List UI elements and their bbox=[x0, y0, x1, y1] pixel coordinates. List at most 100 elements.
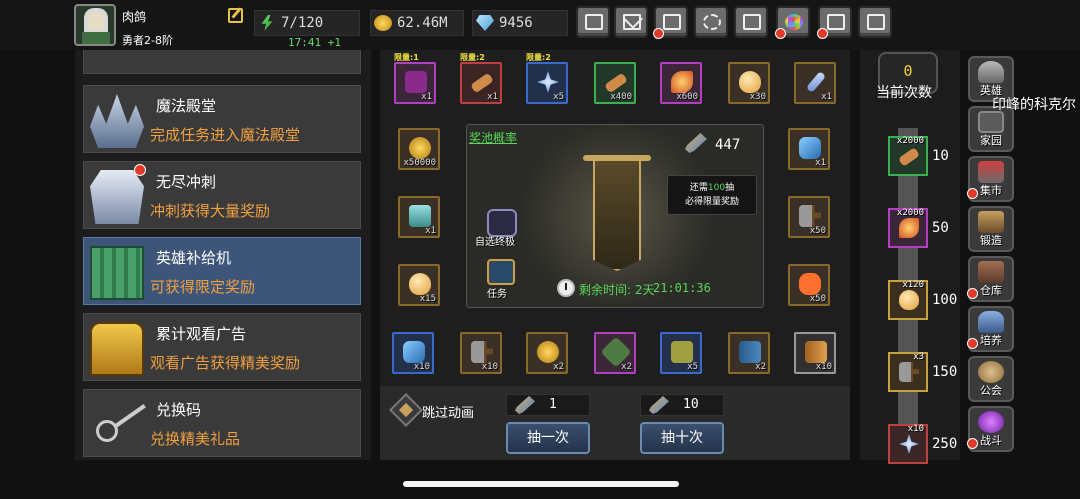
mail-icon bbox=[623, 14, 641, 30]
gear-icon bbox=[703, 14, 721, 30]
events-button[interactable] bbox=[653, 6, 688, 39]
pool-odds-link[interactable]: 奖池概率 bbox=[469, 129, 517, 146]
gem-counter[interactable]: 9456 bbox=[472, 10, 568, 36]
draw-once-button[interactable]: 抽一次 bbox=[506, 422, 590, 454]
reward-slot[interactable]: 限量:1 x1 bbox=[394, 53, 436, 104]
avatar[interactable] bbox=[74, 4, 116, 46]
reward-slot[interactable]: x50000 bbox=[398, 128, 440, 170]
reward-qty: x2 bbox=[755, 362, 766, 372]
flame-icon bbox=[799, 273, 821, 295]
nav-warehouse[interactable]: 仓库 bbox=[967, 256, 1014, 302]
energy-value: 7/120 bbox=[281, 15, 324, 31]
market-icon bbox=[978, 161, 1004, 183]
reward-qty: x50000 bbox=[403, 158, 436, 168]
nav-label: 集市 bbox=[980, 184, 1002, 197]
reward-qty: x2 bbox=[621, 362, 632, 372]
skip-animation-checkbox[interactable] bbox=[389, 393, 423, 427]
alert-dot bbox=[817, 28, 828, 39]
gift-button[interactable] bbox=[734, 6, 768, 38]
reward-slot[interactable]: x2 bbox=[526, 332, 568, 374]
menu-card-partial[interactable] bbox=[83, 50, 361, 74]
battle-button[interactable] bbox=[858, 6, 892, 38]
burst-button[interactable] bbox=[817, 6, 852, 39]
reward-slot[interactable]: x30 bbox=[728, 62, 770, 104]
warehouse-icon bbox=[978, 261, 1004, 283]
bone-icon bbox=[470, 72, 494, 94]
castle-icon bbox=[978, 111, 1004, 133]
wand-icon bbox=[899, 362, 919, 382]
tooltip-text: 必得限量奖励 bbox=[684, 197, 739, 207]
alert-dot bbox=[775, 28, 786, 39]
reward-qty: x10 bbox=[481, 362, 498, 372]
reward-slot[interactable]: x400 bbox=[594, 62, 636, 104]
menu-card-redeem-code[interactable]: 兑换码 兑换精美礼品 bbox=[83, 389, 361, 457]
brown-book-icon bbox=[805, 341, 827, 363]
draw-ten-button[interactable]: 抽十次 bbox=[640, 422, 724, 454]
reward-slot[interactable]: x1 bbox=[398, 196, 440, 238]
menu-card-magic-hall[interactable]: 魔法殿堂 完成任务进入魔法殿堂 bbox=[83, 85, 361, 153]
activity-menu[interactable]: 魔法殿堂 完成任务进入魔法殿堂 无尽冲刺 冲刺获得大量奖励 英雄补给机 可获得限… bbox=[75, 50, 371, 460]
reward-slot[interactable]: x2 bbox=[728, 332, 770, 374]
milestone-reward[interactable]: x2000 bbox=[888, 208, 928, 248]
star-orb-icon bbox=[537, 71, 559, 93]
settings-button[interactable] bbox=[694, 6, 728, 38]
tooltip-count: 100 bbox=[707, 183, 726, 193]
nav-market[interactable]: 集市 bbox=[967, 156, 1014, 202]
spell-book-icon bbox=[739, 341, 761, 363]
pity-tooltip: 还需100抽 必得限量奖励 bbox=[667, 175, 757, 215]
reward-slot[interactable]: x15 bbox=[398, 264, 440, 306]
milestone-reward[interactable]: x2000 bbox=[888, 136, 928, 176]
mail-button[interactable] bbox=[614, 6, 648, 38]
home-indicator[interactable] bbox=[403, 481, 679, 487]
nav-forge[interactable]: 锻造 bbox=[968, 206, 1014, 252]
supply-block-icon bbox=[90, 246, 144, 300]
menu-card-watch-ads[interactable]: 累计观看广告 观看广告获得精美奖励 bbox=[83, 313, 361, 381]
nav-label: 战斗 bbox=[980, 434, 1002, 447]
reward-slot[interactable]: 限量:2 x1 bbox=[460, 53, 502, 104]
reward-slot[interactable]: x10 bbox=[392, 332, 434, 374]
feather-icon bbox=[805, 71, 827, 93]
reward-slot[interactable]: 限量:2 x5 bbox=[526, 53, 568, 104]
reward-slot[interactable]: x50 bbox=[788, 264, 830, 306]
reward-slot[interactable]: x10 bbox=[460, 332, 502, 374]
limit-label: 限量:2 bbox=[526, 53, 551, 62]
reward-qty: x50 bbox=[809, 226, 826, 236]
edit-name-icon[interactable] bbox=[228, 8, 243, 23]
milestone-reward[interactable]: x120 bbox=[888, 280, 928, 320]
milestone-reward[interactable]: x3 bbox=[888, 352, 928, 392]
reward-qty: x1 bbox=[487, 92, 498, 102]
reward-qty: x2 bbox=[553, 362, 564, 372]
task-icon[interactable] bbox=[487, 259, 515, 285]
milestone-reward[interactable]: x10 bbox=[888, 424, 928, 464]
player-name: 肉鸽 bbox=[122, 10, 147, 24]
energy-bolt-icon bbox=[261, 15, 273, 31]
reward-slot[interactable]: x2 bbox=[594, 332, 636, 374]
menu-card-endless-sprint[interactable]: 无尽冲刺 冲刺获得大量奖励 bbox=[83, 161, 361, 229]
fire-shard-icon bbox=[899, 218, 919, 238]
reward-slot[interactable]: x1 bbox=[788, 128, 830, 170]
gold-counter[interactable]: 62.46M bbox=[370, 10, 464, 36]
nav-battle[interactable]: 战斗 bbox=[967, 406, 1014, 452]
milestone-qty: x10 bbox=[907, 424, 924, 434]
wheel-button[interactable] bbox=[775, 6, 810, 39]
hammer-icon bbox=[799, 205, 821, 227]
energy-counter[interactable]: 7/120 bbox=[254, 10, 360, 36]
menu-card-hero-supply[interactable]: 英雄补给机 可获得限定奖励 bbox=[83, 237, 361, 305]
gold-coin-icon bbox=[409, 137, 431, 159]
menu-card-title: 无尽冲刺 bbox=[156, 173, 217, 191]
skip-animation-label[interactable]: 跳过动画 bbox=[422, 402, 474, 421]
shop-button[interactable] bbox=[576, 6, 610, 38]
reward-slot[interactable]: x5 bbox=[660, 332, 702, 374]
menu-card-desc: 可获得限定奖励 bbox=[150, 278, 256, 296]
nav-label: 家园 bbox=[980, 134, 1002, 147]
reward-slot[interactable]: x1 bbox=[794, 62, 836, 104]
nav-train[interactable]: 培养 bbox=[967, 306, 1014, 352]
nav-guild[interactable]: 公会 bbox=[968, 356, 1014, 402]
reward-slot[interactable]: x50 bbox=[788, 196, 830, 238]
reward-slot[interactable]: x10 bbox=[794, 332, 836, 374]
milestone-qty: x2000 bbox=[896, 208, 924, 218]
milestone-threshold: 250 bbox=[932, 436, 958, 452]
milestone-threshold: 100 bbox=[932, 292, 958, 308]
reward-slot[interactable]: x600 bbox=[660, 62, 702, 104]
burst-icon bbox=[827, 14, 845, 30]
